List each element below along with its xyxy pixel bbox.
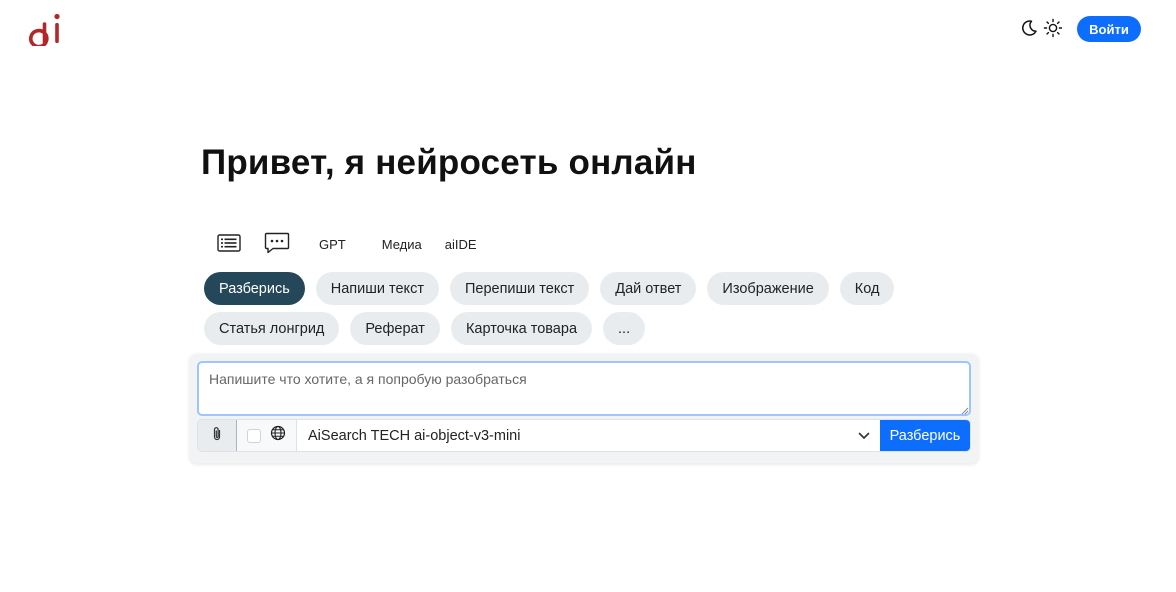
page-title: Привет, я нейросеть онлайн <box>201 143 697 182</box>
theme-toggle <box>1019 18 1063 38</box>
composer-controls: AiSearch TECH ai-object-v3-mini Разберис… <box>197 419 971 452</box>
prompt-input[interactable] <box>197 361 971 416</box>
prompt-chips-row: Статья лонгрид Реферат Карточка товара .… <box>204 312 646 345</box>
tab-list[interactable] <box>205 230 253 258</box>
moon-icon[interactable] <box>1019 18 1039 38</box>
prompt-chips-row: Разберись Напиши текст Перепиши текст Да… <box>204 272 895 305</box>
paperclip-icon <box>211 426 223 445</box>
chip-image[interactable]: Изображение <box>707 272 829 305</box>
chat-dots-icon <box>264 232 290 257</box>
chip-write-text[interactable]: Напиши текст <box>315 272 439 305</box>
resize-handle-icon[interactable] <box>961 407 969 415</box>
tab-gpt[interactable]: GPT <box>301 230 358 258</box>
chip-razberis[interactable]: Разберись <box>204 272 305 305</box>
globe-icon <box>270 425 286 446</box>
login-button[interactable]: Войти <box>1077 16 1141 42</box>
submit-button[interactable]: Разберись <box>880 420 970 451</box>
chip-essay[interactable]: Реферат <box>350 312 440 345</box>
model-select[interactable]: AiSearch TECH ai-object-v3-mini <box>297 420 880 451</box>
web-search-checkbox[interactable] <box>247 428 261 443</box>
chip-rewrite-text[interactable]: Перепиши текст <box>449 272 590 305</box>
tab-aiide[interactable]: aiIDE <box>422 230 489 258</box>
sun-icon[interactable] <box>1043 18 1063 38</box>
tab-media[interactable]: Медиа <box>358 230 422 258</box>
list-icon <box>217 233 241 255</box>
chip-code[interactable]: Код <box>839 272 895 305</box>
attach-button[interactable] <box>198 420 237 451</box>
mode-tabs: GPT Медиа aiIDE <box>205 230 489 258</box>
chip-product-card[interactable]: Карточка товара <box>450 312 593 345</box>
logo[interactable] <box>27 12 65 46</box>
tab-chat[interactable] <box>253 230 301 258</box>
chip-give-answer[interactable]: Дай ответ <box>600 272 697 305</box>
chip-longread[interactable]: Статья лонгрид <box>204 312 340 345</box>
model-select-value: AiSearch TECH ai-object-v3-mini <box>308 427 521 444</box>
chip-more[interactable]: ... <box>603 312 646 345</box>
composer: AiSearch TECH ai-object-v3-mini Разберис… <box>190 354 978 463</box>
chevron-down-icon <box>858 428 870 444</box>
web-search-toggle <box>237 420 297 451</box>
